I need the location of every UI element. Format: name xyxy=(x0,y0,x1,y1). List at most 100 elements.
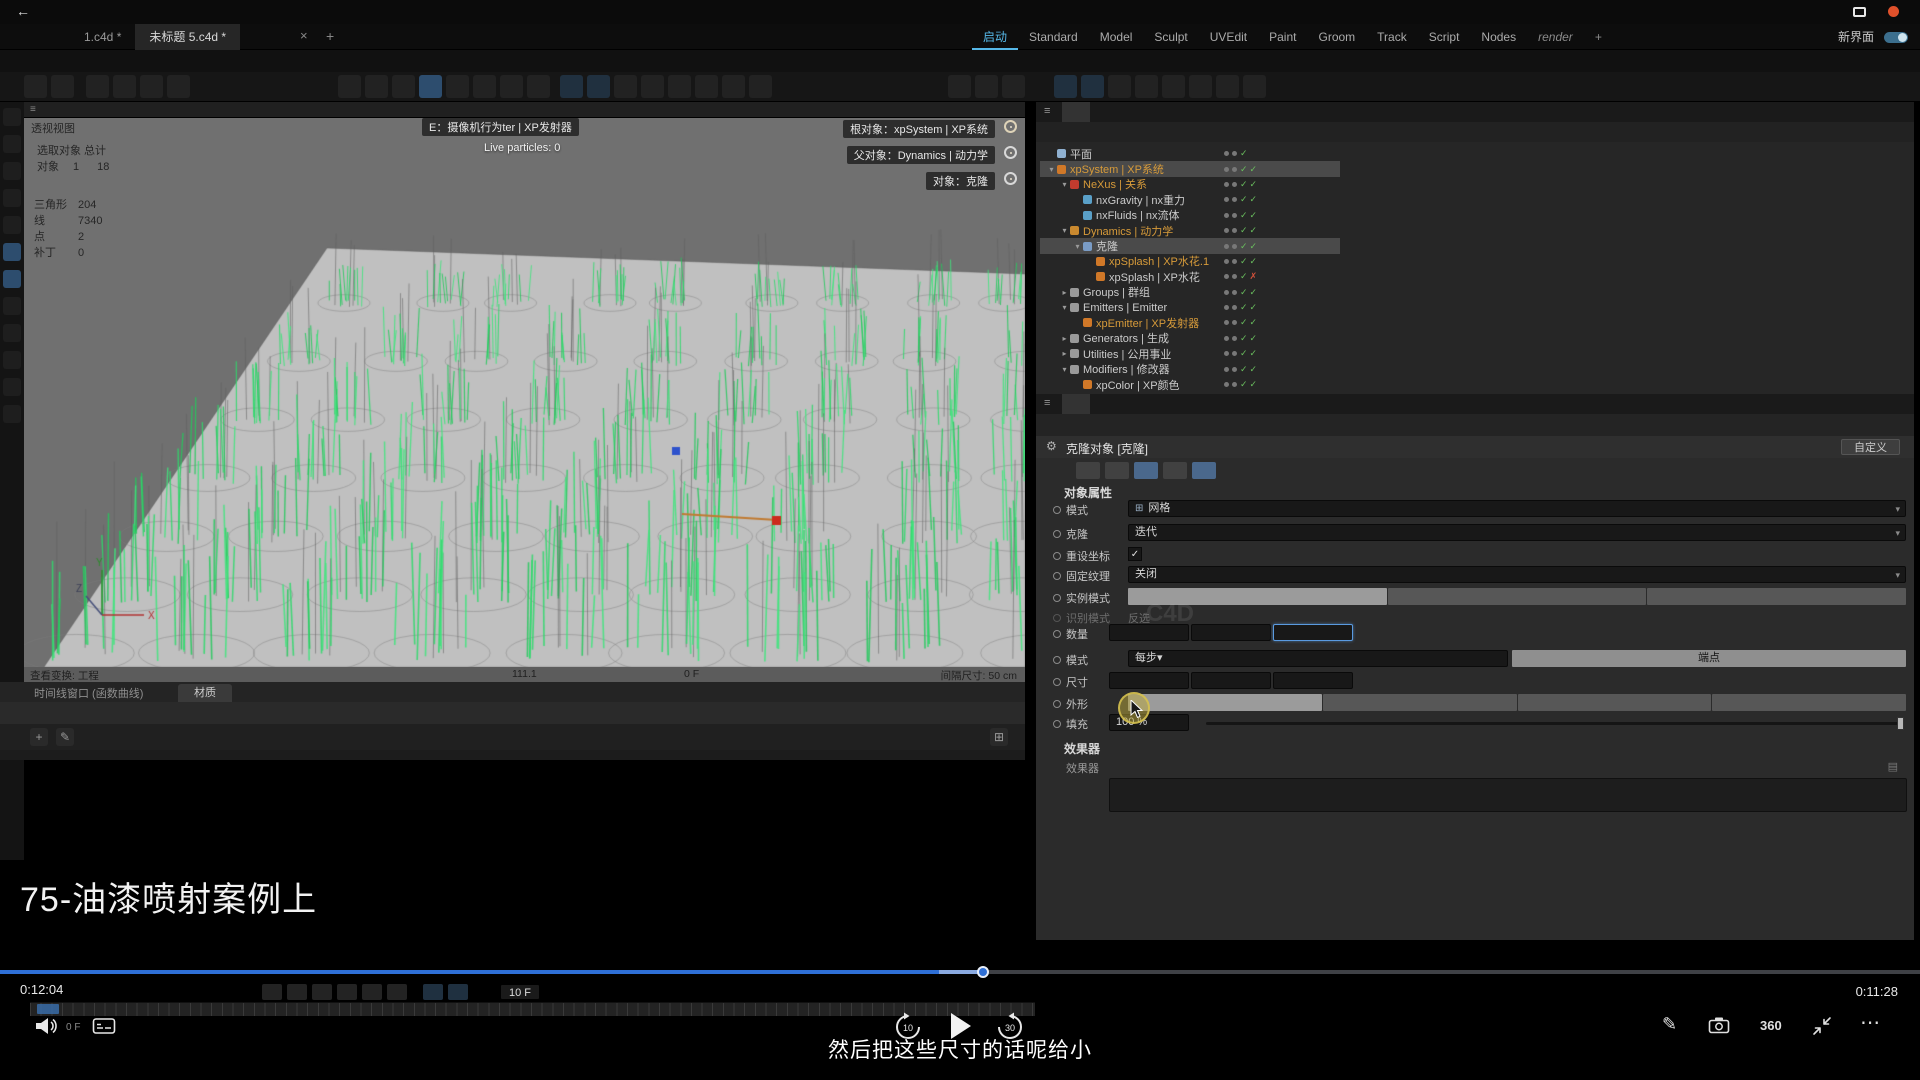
visibility-marks[interactable]: ✓✓ xyxy=(1224,177,1257,192)
object-tree-row[interactable]: xpEmitter | XP发射器 ✓✓ xyxy=(1040,315,1340,330)
document-tab[interactable]: 未标题 5.c4d * xyxy=(135,24,240,50)
reset-coords-checkbox[interactable]: ✓ xyxy=(1128,547,1142,561)
clone-dropdown[interactable]: 迭代▾ xyxy=(1128,524,1906,541)
effector-list-icon[interactable]: ▤ xyxy=(1888,760,1898,773)
size-field[interactable] xyxy=(1273,672,1353,689)
picker-icon[interactable] xyxy=(1004,146,1017,159)
editor-visibility-dot[interactable] xyxy=(1224,197,1229,202)
subtitle-icon[interactable] xyxy=(92,1017,116,1035)
search-icon[interactable] xyxy=(1847,417,1862,432)
render-region-icon[interactable] xyxy=(614,75,637,98)
visibility-marks[interactable]: ✓✓ xyxy=(1224,331,1257,346)
option-button[interactable] xyxy=(1388,588,1647,605)
screenshot-icon[interactable] xyxy=(1708,1016,1730,1034)
option-button[interactable] xyxy=(1712,694,1906,711)
visibility-marks[interactable]: ✓✓ xyxy=(1224,300,1257,315)
object-tree-row[interactable]: xpColor | XP颜色 ✓✓ xyxy=(1040,377,1340,392)
workplane-mode-icon[interactable] xyxy=(1216,75,1239,98)
render-visibility-dot[interactable] xyxy=(1232,167,1237,172)
render-visibility-dot[interactable] xyxy=(1232,274,1237,279)
visibility-marks[interactable]: ✓✓ xyxy=(1224,192,1257,207)
expander-icon[interactable]: ▾ xyxy=(1059,180,1070,189)
object-tree-row[interactable]: nxFluids | nx流体 ✓✓ xyxy=(1040,208,1340,223)
layout-tab[interactable]: + xyxy=(1584,24,1613,50)
visibility-marks[interactable]: ✓✓ xyxy=(1224,346,1257,361)
polygon-mode-icon[interactable] xyxy=(1162,75,1185,98)
snap-icon[interactable] xyxy=(473,75,496,98)
visibility-marks[interactable]: ✓✓ xyxy=(1224,223,1257,238)
attribute-tab[interactable] xyxy=(1192,462,1216,479)
add-material-icon[interactable]: + xyxy=(30,728,48,746)
undo-icon[interactable] xyxy=(24,75,47,98)
layout-tab[interactable]: Track xyxy=(1366,24,1418,50)
fix-texture-dropdown[interactable]: 关闭▾ xyxy=(1128,566,1906,583)
rotate-icon[interactable] xyxy=(3,216,21,234)
visibility-marks[interactable]: ✓✓ xyxy=(1224,377,1257,392)
workplane-icon[interactable] xyxy=(3,324,21,342)
object-tree-row[interactable]: ▾ Emitters | Emitter ✓✓ xyxy=(1040,300,1340,315)
grid-icon[interactable] xyxy=(500,75,523,98)
menu-icon[interactable] xyxy=(3,405,21,423)
editor-visibility-dot[interactable] xyxy=(1224,228,1229,233)
visibility-marks[interactable]: ✓✓ xyxy=(1224,254,1257,269)
rectangle-select-icon[interactable] xyxy=(3,135,21,153)
progress-handle[interactable] xyxy=(977,966,989,978)
expander-icon[interactable]: ▾ xyxy=(1059,226,1070,235)
previous-key-icon[interactable] xyxy=(287,984,307,1000)
render-visibility-dot[interactable] xyxy=(1232,290,1237,295)
viewport-canvas[interactable] xyxy=(24,118,1025,667)
x-axis-button[interactable] xyxy=(86,75,109,98)
fill-slider[interactable] xyxy=(1206,722,1904,725)
sound-track-icon[interactable] xyxy=(448,984,468,1000)
live-selection-icon[interactable] xyxy=(338,75,361,98)
render-visibility-dot[interactable] xyxy=(1232,151,1237,156)
editor-visibility-dot[interactable] xyxy=(1224,305,1229,310)
point-mode-icon[interactable] xyxy=(1108,75,1131,98)
timeline-mini-icon[interactable] xyxy=(36,950,45,959)
attribute-tab[interactable] xyxy=(1105,462,1129,479)
go-to-start-icon[interactable] xyxy=(262,984,282,1000)
filter-icon[interactable] xyxy=(1872,104,1887,119)
editor-visibility-dot[interactable] xyxy=(1224,320,1229,325)
attribute-tab[interactable] xyxy=(1163,462,1187,479)
visibility-marks[interactable]: ✓✓ xyxy=(1224,238,1257,253)
render-visibility-dot[interactable] xyxy=(1232,336,1237,341)
timeline-window-label[interactable]: 时间线窗口 (函数曲线) xyxy=(34,685,143,701)
record-rotation-button[interactable] xyxy=(586,987,597,998)
z-axis-button[interactable] xyxy=(140,75,163,98)
environment-icon[interactable] xyxy=(668,75,691,98)
expander-icon[interactable]: ▸ xyxy=(1059,349,1070,358)
render-visibility-dot[interactable] xyxy=(1232,213,1237,218)
coord-system-icon[interactable] xyxy=(167,75,190,98)
gear-icon[interactable] xyxy=(1891,417,1906,432)
editor-visibility-dot[interactable] xyxy=(1224,367,1229,372)
editor-visibility-dot[interactable] xyxy=(1224,182,1229,187)
editor-visibility-dot[interactable] xyxy=(1224,259,1229,264)
endpoint-button[interactable]: 端点 xyxy=(1512,650,1906,667)
object-tree-row[interactable]: ▾ NeXus | 关系 ✓✓ xyxy=(1040,177,1340,192)
search-icon[interactable] xyxy=(1851,104,1866,119)
last-tool-icon[interactable] xyxy=(446,75,469,98)
render-visibility-dot[interactable] xyxy=(1232,228,1237,233)
render-visibility-dot[interactable] xyxy=(1232,259,1237,264)
editor-visibility-dot[interactable] xyxy=(1224,351,1229,356)
mode-dropdown[interactable]: ⊞网格▾ xyxy=(1128,500,1906,517)
picker-icon[interactable] xyxy=(1004,120,1017,133)
layout-tab[interactable]: Script xyxy=(1418,24,1471,50)
up-arrow-icon[interactable] xyxy=(1825,417,1840,432)
mini-player-icon[interactable] xyxy=(1812,1016,1832,1036)
window-restore-icon[interactable] xyxy=(1853,7,1866,17)
editor-visibility-dot[interactable] xyxy=(1224,336,1229,341)
expander-icon[interactable]: ▾ xyxy=(1059,365,1070,374)
live-selection-icon[interactable] xyxy=(3,108,21,126)
layout-tab[interactable]: render xyxy=(1527,24,1584,50)
viewport-menu-icon[interactable]: ≡ xyxy=(30,104,36,115)
editor-visibility-dot[interactable] xyxy=(1224,382,1229,387)
record-parameter-button[interactable] xyxy=(622,987,633,998)
render-visibility-dot[interactable] xyxy=(1232,351,1237,356)
visibility-marks[interactable]: ✓✓ xyxy=(1224,285,1257,300)
render-visibility-dot[interactable] xyxy=(1232,367,1237,372)
more-icon[interactable]: ⋯ xyxy=(1860,1010,1880,1035)
move-icon[interactable] xyxy=(3,162,21,180)
loop-icon[interactable] xyxy=(423,984,443,1000)
